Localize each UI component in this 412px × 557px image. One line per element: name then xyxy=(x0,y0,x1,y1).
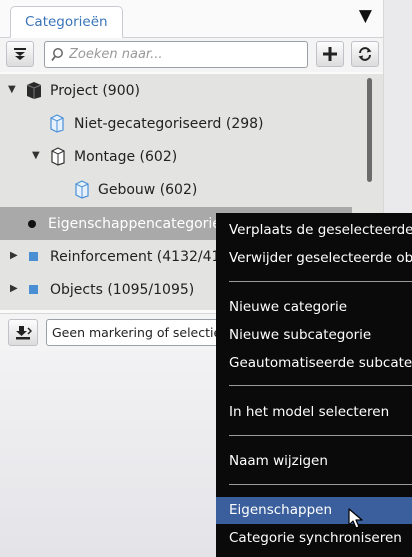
context-menu: Verplaats de geselecteerde objecten Verw… xyxy=(216,213,412,557)
white-box-icon xyxy=(51,147,65,166)
tree-item-label: Project (900) xyxy=(50,82,140,99)
search-icon xyxy=(51,48,63,62)
menu-item-move-selected[interactable]: Verplaats de geselecteerde objecten xyxy=(216,217,412,244)
tree-item-uncategorized[interactable]: Niet-gecategoriseerd (298) xyxy=(0,107,352,140)
blue-box-icon xyxy=(75,180,89,199)
tree-item-label: Gebouw (602) xyxy=(98,181,198,198)
plus-icon xyxy=(323,47,337,61)
blue-square-icon xyxy=(29,252,38,261)
collapse-all-icon xyxy=(14,48,26,60)
menu-item-new-category[interactable]: Nieuwe categorie xyxy=(216,294,412,321)
refresh-icon xyxy=(358,47,372,61)
menu-item-rename[interactable]: Naam wijzigen xyxy=(216,448,412,475)
menu-item-properties[interactable]: Eigenschappen xyxy=(216,497,412,524)
refresh-button[interactable] xyxy=(351,41,379,67)
search-box xyxy=(44,41,308,68)
expanded-arrow-icon[interactable]: ▼ xyxy=(8,84,16,95)
tab-categories[interactable]: Categorieën xyxy=(10,6,123,38)
tree-scrollbar[interactable] xyxy=(367,78,372,182)
tree-item-project[interactable]: ▼ Project (900) xyxy=(0,74,352,107)
blue-box-icon xyxy=(50,114,64,133)
collapsed-arrow-icon[interactable]: ▶ xyxy=(10,250,18,261)
menu-separator xyxy=(229,281,412,282)
tree-item-label: Objects (1095/1095) xyxy=(50,281,195,298)
search-input[interactable] xyxy=(69,45,299,64)
blue-square-icon xyxy=(29,285,38,294)
expanded-arrow-icon[interactable]: ▼ xyxy=(32,150,40,161)
menu-separator xyxy=(229,435,412,436)
collapsed-arrow-icon[interactable]: ▶ xyxy=(10,283,18,294)
tree-item-montage[interactable]: ▼ Montage (602) xyxy=(0,140,352,173)
menu-item-automated-subcategory[interactable]: Geautomatiseerde subcategorie xyxy=(216,350,412,377)
menu-item-delete-selected[interactable]: Verwijder geselecteerde objecten xyxy=(216,245,412,272)
menu-separator xyxy=(229,484,412,485)
apply-highlight-icon xyxy=(16,325,32,339)
dark-box-icon xyxy=(26,82,42,99)
menu-item-select-in-model[interactable]: In het model selecteren xyxy=(216,399,412,426)
apply-highlight-button[interactable] xyxy=(8,319,38,346)
triangle-down-icon[interactable]: ▼ xyxy=(359,6,372,26)
tree-item-building[interactable]: Gebouw (602) xyxy=(0,173,352,206)
tree-item-label: Reinforcement (4132/4132) xyxy=(50,248,244,265)
menu-separator xyxy=(229,385,412,386)
tree-item-label: Eigenschappencategorie xyxy=(48,215,221,232)
menu-item-new-subcategory[interactable]: Nieuwe subcategorie xyxy=(216,322,412,349)
dot-icon xyxy=(28,220,36,228)
menu-item-sync-category[interactable]: Categorie synchroniseren xyxy=(216,525,412,552)
tab-strip: Categorieën ▼ xyxy=(0,0,383,38)
collapse-all-button[interactable] xyxy=(6,41,34,67)
tree-item-label: Montage (602) xyxy=(74,148,178,165)
toolbar xyxy=(0,38,383,72)
add-category-button[interactable] xyxy=(316,41,344,67)
tree-item-label: Niet-gecategoriseerd (298) xyxy=(74,115,264,132)
mouse-pointer-icon xyxy=(348,508,363,529)
